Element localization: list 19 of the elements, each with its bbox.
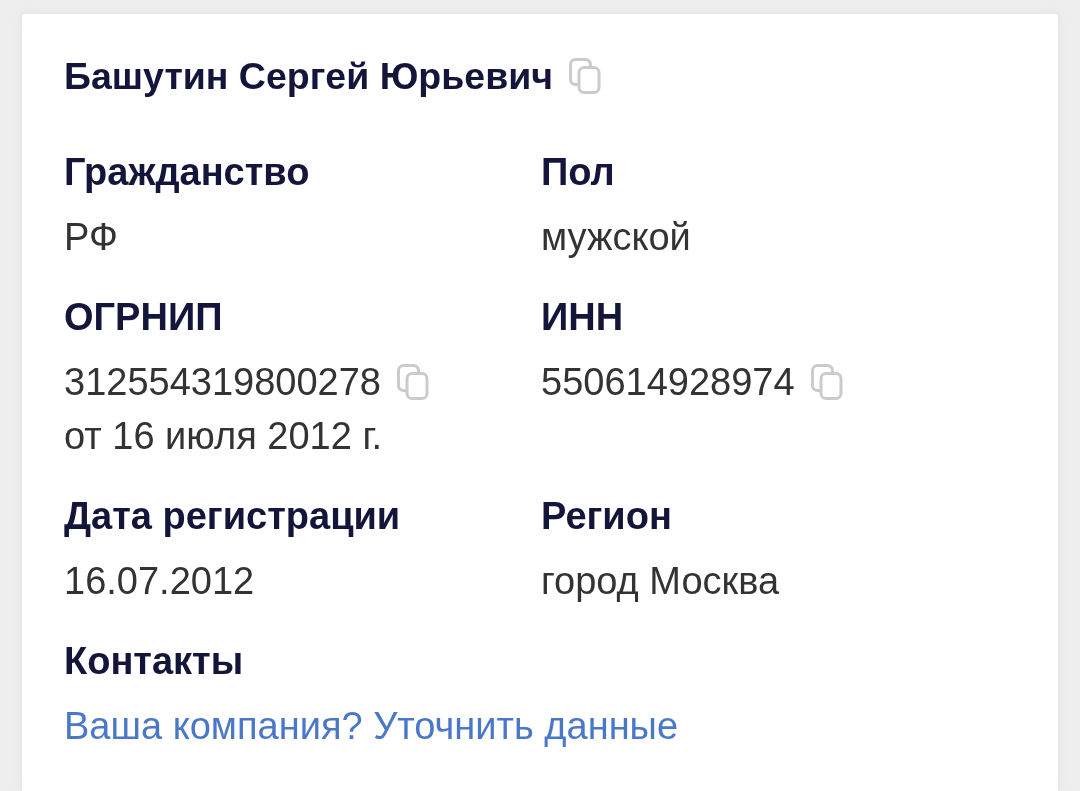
field-label: ОГРНИП [64, 296, 223, 338]
person-name: Башутин Сергей Юрьевич [64, 55, 554, 97]
field-label: Пол [541, 151, 615, 193]
field-label: Дата регистрации [64, 495, 401, 537]
update-data-link[interactable]: Ваша компания? Уточнить данные [64, 705, 679, 747]
field-label: Гражданство [64, 151, 310, 193]
field-label: Контакты [64, 640, 244, 682]
field-value: РФ [64, 215, 118, 260]
copy-icon[interactable] [810, 364, 843, 400]
field-value: город Москва [541, 559, 780, 604]
field-label: ИНН [541, 296, 624, 338]
field-value: мужской [541, 215, 691, 260]
field-value: 16.07.2012 [64, 559, 255, 604]
field-value: 312554319800278 [64, 360, 381, 405]
field-label: Регион [541, 495, 672, 537]
field-value: 550614928974 [541, 360, 795, 405]
field-value: от 16 июля 2012 г. [64, 414, 383, 459]
copy-icon[interactable] [569, 58, 602, 94]
copy-icon[interactable] [397, 364, 429, 400]
